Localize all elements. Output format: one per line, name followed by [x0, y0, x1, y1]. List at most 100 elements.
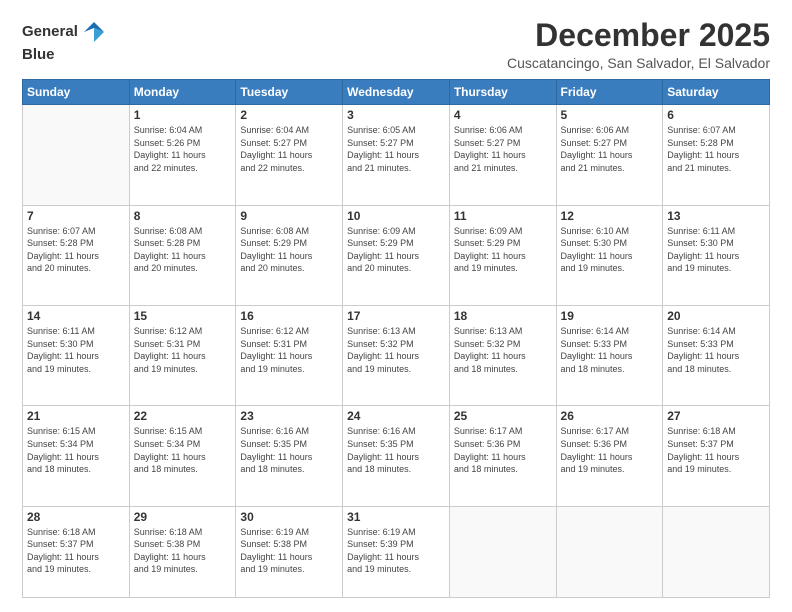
calendar-cell: 15 Sunrise: 6:12 AM Sunset: 5:31 PM Dayli… — [129, 305, 236, 405]
col-friday: Friday — [556, 80, 663, 105]
col-tuesday: Tuesday — [236, 80, 343, 105]
day-number: 31 — [347, 510, 445, 524]
day-number: 21 — [27, 409, 125, 423]
day-info: Sunrise: 6:16 AM Sunset: 5:35 PM Dayligh… — [240, 425, 338, 475]
day-info: Sunrise: 6:09 AM Sunset: 5:29 PM Dayligh… — [347, 225, 445, 275]
calendar-cell: 28 Sunrise: 6:18 AM Sunset: 5:37 PM Dayli… — [23, 506, 130, 597]
day-number: 14 — [27, 309, 125, 323]
day-info: Sunrise: 6:17 AM Sunset: 5:36 PM Dayligh… — [561, 425, 659, 475]
page: General Blue December 2025 Cuscatancingo… — [0, 0, 792, 612]
calendar-cell: 2Sunrise: 6:04 AM Sunset: 5:27 PM Daylig… — [236, 105, 343, 205]
month-title: December 2025 — [507, 18, 770, 53]
week-row-1: 1 Sunrise: 6:04 AM Sunset: 5:26 PM Daylig… — [23, 105, 770, 205]
calendar-cell: 6Sunrise: 6:07 AM Sunset: 5:28 PM Daylig… — [663, 105, 770, 205]
day-info: Sunrise: 6:13 AM Sunset: 5:32 PM Dayligh… — [454, 325, 552, 375]
calendar-cell: 25 Sunrise: 6:17 AM Sunset: 5:36 PM Dayli… — [449, 406, 556, 506]
calendar-cell: 17 Sunrise: 6:13 AM Sunset: 5:32 PM Dayli… — [343, 305, 450, 405]
calendar-cell: 4 Sunrise: 6:06 AM Sunset: 5:27 PM Daylig… — [449, 105, 556, 205]
calendar-cell — [556, 506, 663, 597]
calendar-cell — [23, 105, 130, 205]
col-saturday: Saturday — [663, 80, 770, 105]
day-number: 8 — [134, 209, 232, 223]
calendar-cell: 29 Sunrise: 6:18 AM Sunset: 5:38 PM Dayli… — [129, 506, 236, 597]
day-info: Sunrise: 6:05 AM Sunset: 5:27 PM Dayligh… — [347, 124, 445, 174]
week-row-4: 21 Sunrise: 6:15 AM Sunset: 5:34 PM Dayli… — [23, 406, 770, 506]
day-number: 9 — [240, 209, 338, 223]
header: General Blue December 2025 Cuscatancingo… — [22, 18, 770, 71]
day-info: Sunrise: 6:10 AM Sunset: 5:30 PM Dayligh… — [561, 225, 659, 275]
day-info: Sunrise: 6:14 AM Sunset: 5:33 PM Dayligh… — [667, 325, 765, 375]
calendar-cell: 7 Sunrise: 6:07 AM Sunset: 5:28 PM Daylig… — [23, 205, 130, 305]
day-info: Sunrise: 6:19 AM Sunset: 5:39 PM Dayligh… — [347, 526, 445, 576]
day-number: 30 — [240, 510, 338, 524]
day-info: Sunrise: 6:08 AM Sunset: 5:29 PM Dayligh… — [240, 225, 338, 275]
day-number: 20 — [667, 309, 765, 323]
day-number: 15 — [134, 309, 232, 323]
day-info: Sunrise: 6:13 AM Sunset: 5:32 PM Dayligh… — [347, 325, 445, 375]
calendar-cell: 16Sunrise: 6:12 AM Sunset: 5:31 PM Dayli… — [236, 305, 343, 405]
logo-icon — [80, 18, 108, 46]
day-number: 7 — [27, 209, 125, 223]
col-wednesday: Wednesday — [343, 80, 450, 105]
day-number: 18 — [454, 309, 552, 323]
calendar-cell: 10 Sunrise: 6:09 AM Sunset: 5:29 PM Dayli… — [343, 205, 450, 305]
day-info: Sunrise: 6:08 AM Sunset: 5:28 PM Dayligh… — [134, 225, 232, 275]
day-info: Sunrise: 6:12 AM Sunset: 5:31 PM Dayligh… — [134, 325, 232, 375]
day-number: 10 — [347, 209, 445, 223]
calendar-cell: 21 Sunrise: 6:15 AM Sunset: 5:34 PM Dayli… — [23, 406, 130, 506]
day-info: Sunrise: 6:04 AM Sunset: 5:26 PM Dayligh… — [134, 124, 232, 174]
calendar-cell: 27 Sunrise: 6:18 AM Sunset: 5:37 PM Dayli… — [663, 406, 770, 506]
calendar-cell: 23 Sunrise: 6:16 AM Sunset: 5:35 PM Dayli… — [236, 406, 343, 506]
day-info: Sunrise: 6:15 AM Sunset: 5:34 PM Dayligh… — [27, 425, 125, 475]
day-number: 26 — [561, 409, 659, 423]
calendar-cell: 31 Sunrise: 6:19 AM Sunset: 5:39 PM Dayli… — [343, 506, 450, 597]
day-number: 2 — [240, 108, 338, 122]
day-number: 4 — [454, 108, 552, 122]
day-number: 23 — [240, 409, 338, 423]
day-info: Sunrise: 6:14 AM Sunset: 5:33 PM Dayligh… — [561, 325, 659, 375]
calendar-cell: 14 Sunrise: 6:11 AM Sunset: 5:30 PM Dayli… — [23, 305, 130, 405]
day-number: 5 — [561, 108, 659, 122]
day-number: 29 — [134, 510, 232, 524]
calendar-cell: 30 Sunrise: 6:19 AM Sunset: 5:38 PM Dayli… — [236, 506, 343, 597]
day-info: Sunrise: 6:18 AM Sunset: 5:37 PM Dayligh… — [27, 526, 125, 576]
calendar-cell: 5Sunrise: 6:06 AM Sunset: 5:27 PM Daylig… — [556, 105, 663, 205]
day-info: Sunrise: 6:11 AM Sunset: 5:30 PM Dayligh… — [27, 325, 125, 375]
day-number: 13 — [667, 209, 765, 223]
week-row-5: 28 Sunrise: 6:18 AM Sunset: 5:37 PM Dayli… — [23, 506, 770, 597]
day-number: 19 — [561, 309, 659, 323]
week-row-2: 7 Sunrise: 6:07 AM Sunset: 5:28 PM Daylig… — [23, 205, 770, 305]
day-number: 28 — [27, 510, 125, 524]
col-monday: Monday — [129, 80, 236, 105]
calendar-cell: 13 Sunrise: 6:11 AM Sunset: 5:30 PM Dayli… — [663, 205, 770, 305]
day-info: Sunrise: 6:06 AM Sunset: 5:27 PM Dayligh… — [454, 124, 552, 174]
day-info: Sunrise: 6:11 AM Sunset: 5:30 PM Dayligh… — [667, 225, 765, 275]
day-number: 17 — [347, 309, 445, 323]
calendar-cell: 3Sunrise: 6:05 AM Sunset: 5:27 PM Daylig… — [343, 105, 450, 205]
calendar-cell: 11Sunrise: 6:09 AM Sunset: 5:29 PM Dayli… — [449, 205, 556, 305]
day-info: Sunrise: 6:18 AM Sunset: 5:37 PM Dayligh… — [667, 425, 765, 475]
day-info: Sunrise: 6:18 AM Sunset: 5:38 PM Dayligh… — [134, 526, 232, 576]
calendar-cell: 1 Sunrise: 6:04 AM Sunset: 5:26 PM Daylig… — [129, 105, 236, 205]
calendar-cell: 24Sunrise: 6:16 AM Sunset: 5:35 PM Dayli… — [343, 406, 450, 506]
title-block: December 2025 Cuscatancingo, San Salvado… — [507, 18, 770, 71]
day-number: 27 — [667, 409, 765, 423]
day-info: Sunrise: 6:07 AM Sunset: 5:28 PM Dayligh… — [27, 225, 125, 275]
day-info: Sunrise: 6:19 AM Sunset: 5:38 PM Dayligh… — [240, 526, 338, 576]
week-row-3: 14 Sunrise: 6:11 AM Sunset: 5:30 PM Dayli… — [23, 305, 770, 405]
day-info: Sunrise: 6:16 AM Sunset: 5:35 PM Dayligh… — [347, 425, 445, 475]
day-info: Sunrise: 6:17 AM Sunset: 5:36 PM Dayligh… — [454, 425, 552, 475]
calendar-cell: 18 Sunrise: 6:13 AM Sunset: 5:32 PM Dayli… — [449, 305, 556, 405]
logo: General Blue — [22, 18, 108, 64]
logo-text-line2: Blue — [22, 46, 55, 64]
calendar-cell: 8 Sunrise: 6:08 AM Sunset: 5:28 PM Daylig… — [129, 205, 236, 305]
day-number: 6 — [667, 108, 765, 122]
day-info: Sunrise: 6:09 AM Sunset: 5:29 PM Dayligh… — [454, 225, 552, 275]
col-thursday: Thursday — [449, 80, 556, 105]
calendar-cell: 20 Sunrise: 6:14 AM Sunset: 5:33 PM Dayli… — [663, 305, 770, 405]
day-number: 1 — [134, 108, 232, 122]
calendar-table: Sunday Monday Tuesday Wednesday Thursday… — [22, 79, 770, 598]
calendar-cell: 22Sunrise: 6:15 AM Sunset: 5:34 PM Dayli… — [129, 406, 236, 506]
subtitle: Cuscatancingo, San Salvador, El Salvador — [507, 55, 770, 71]
day-number: 25 — [454, 409, 552, 423]
